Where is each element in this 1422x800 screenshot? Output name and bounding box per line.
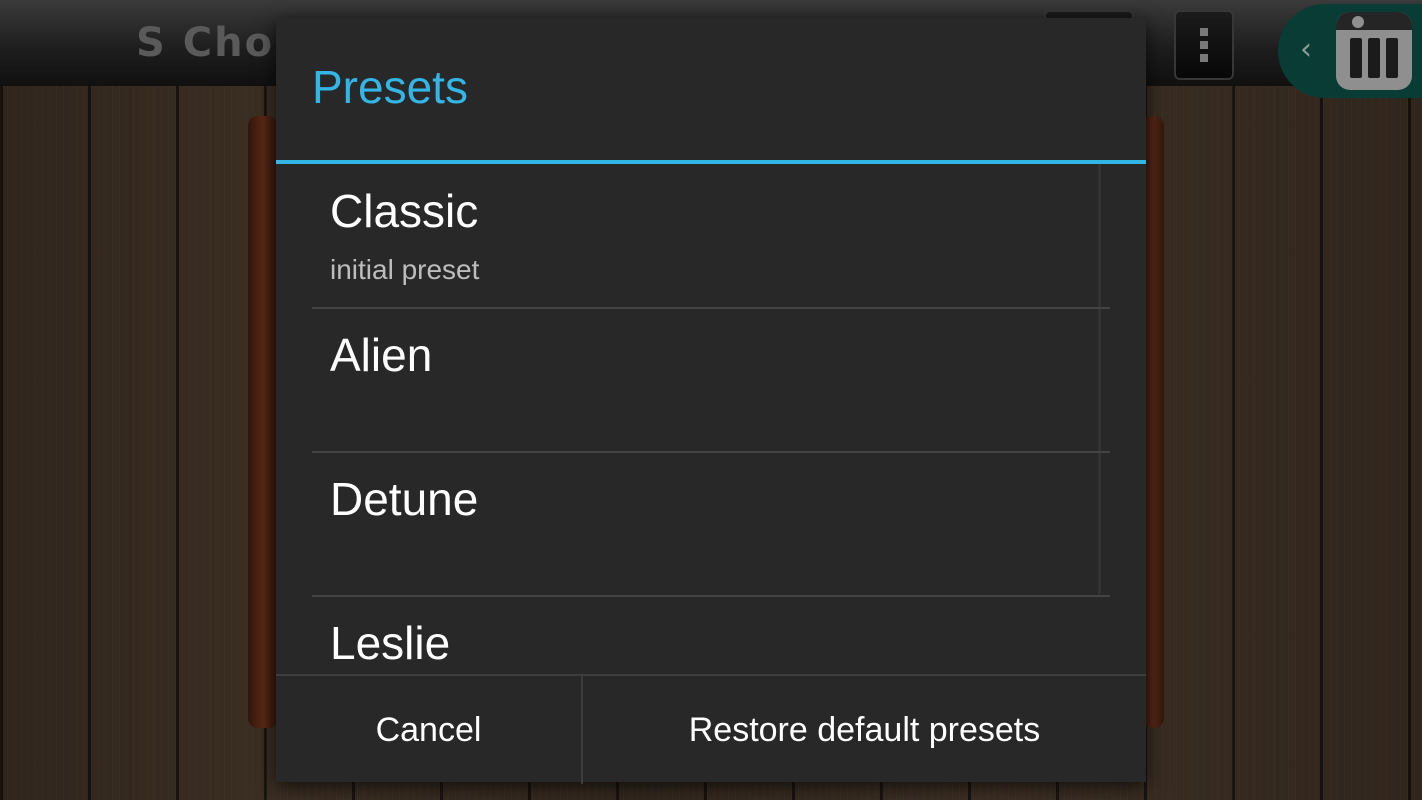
preset-item-detune[interactable]: Detune — [312, 452, 1110, 597]
preset-name: Alien — [330, 329, 433, 381]
presets-dialog: Presets Classic initial preset Alien Det… — [276, 18, 1146, 784]
preset-name: Classic — [330, 185, 479, 237]
preset-name: Detune — [330, 473, 479, 525]
preset-list[interactable]: Classic initial preset Alien Detune Lesl… — [276, 164, 1146, 674]
preset-item-leslie[interactable]: Leslie — [312, 596, 1110, 674]
dialog-title: Presets — [312, 61, 468, 113]
cancel-button[interactable]: Cancel — [276, 676, 583, 784]
preset-item-alien[interactable]: Alien — [312, 308, 1110, 453]
dialog-button-bar: Cancel Restore default presets — [276, 674, 1146, 784]
preset-item-classic[interactable]: Classic initial preset — [312, 164, 1110, 309]
restore-defaults-button[interactable]: Restore default presets — [583, 676, 1146, 784]
preset-name: Leslie — [330, 617, 451, 669]
preset-subtitle: initial preset — [330, 254, 480, 285]
